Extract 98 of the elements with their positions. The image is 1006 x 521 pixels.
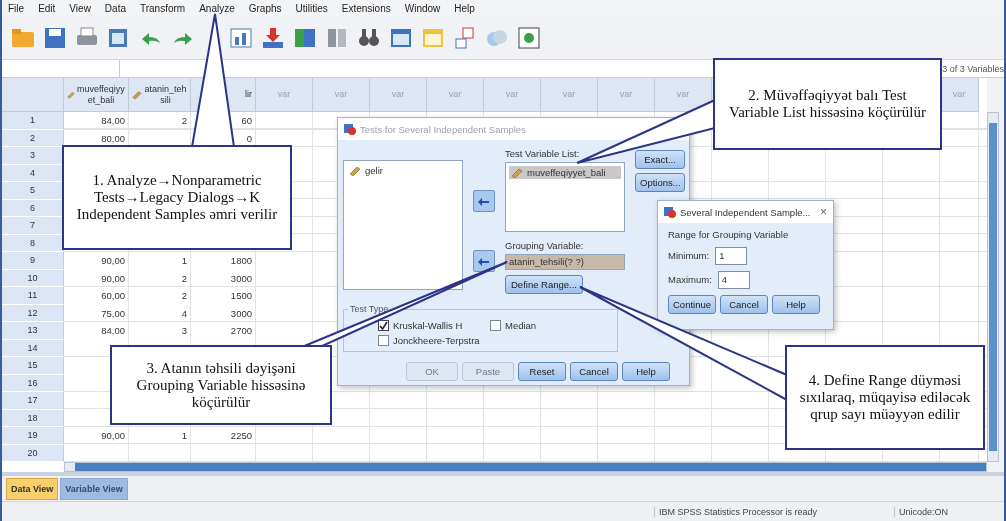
move-arrow-button[interactable] — [473, 250, 495, 272]
view-tab[interactable]: Variable View — [60, 477, 128, 500]
row-number[interactable]: 19 — [2, 427, 64, 445]
app-icon — [344, 123, 356, 135]
group-title: Test Type — [349, 304, 390, 314]
row-number[interactable]: 15 — [2, 357, 64, 375]
dialog-button[interactable]: Exact... — [635, 150, 685, 169]
row-number[interactable]: 7 — [2, 217, 64, 235]
row-number[interactable]: 13 — [2, 322, 64, 340]
menu-item[interactable]: Edit — [38, 2, 56, 14]
vertical-scrollbar[interactable] — [987, 112, 999, 462]
field-label: Maximum: — [668, 274, 712, 286]
checkbox[interactable] — [378, 334, 389, 346]
menu-item[interactable]: View — [69, 2, 91, 14]
dialog-button[interactable]: Help — [772, 295, 820, 314]
table-cell-text: 1500 — [229, 289, 253, 304]
horizontal-scrollbar[interactable] — [64, 462, 987, 472]
table-cell-text: 60 — [240, 114, 253, 129]
row-number[interactable]: 3 — [2, 147, 64, 165]
dialog-button[interactable]: Options... — [635, 173, 685, 192]
encoding-status: Unicode:ON — [894, 506, 984, 517]
table-cell-text: 80,00 — [100, 131, 126, 146]
arrow-icon — [478, 196, 490, 206]
menu-item[interactable]: Extensions — [341, 2, 391, 14]
table-cell-text: 2 — [180, 114, 188, 129]
minimum-field[interactable]: 1 — [715, 247, 748, 265]
checkbox[interactable] — [490, 319, 501, 331]
table-cell-text: 90,00 — [100, 271, 126, 286]
callout-text: 1. Analyze→Nonparametric Tests→Legacy Dialogs→K Independent Samples əmri verilir — [75, 172, 279, 223]
group-title: Range for Grouping Variable — [668, 229, 790, 241]
table-cell-text: 3000 — [229, 271, 253, 286]
move-arrow-button[interactable] — [473, 190, 495, 212]
variable-item[interactable]: muveffeqiyyet_bali — [509, 166, 621, 179]
table-cell-text: 60,00 — [100, 289, 126, 304]
column-header[interactable]: atanin_tehsili — [129, 78, 191, 112]
test-variable-list[interactable]: muveffeqiyyet_bali — [505, 162, 625, 232]
menu-item[interactable]: Graphs — [248, 2, 282, 14]
grouping-variable-field[interactable]: atanin_tehsili(? ?) — [505, 254, 625, 270]
option-label[interactable]: Kruskal-Wallis H — [393, 319, 463, 331]
view-tab[interactable]: Data View — [6, 477, 59, 500]
table-cell-text: 2250 — [229, 429, 253, 444]
table-cell-text: 3000 — [229, 306, 253, 321]
field-label: Test Variable List: — [505, 148, 581, 160]
menu-item[interactable]: Analyze — [199, 2, 235, 14]
table-cell-text: 84,00 — [100, 114, 126, 129]
variable-item[interactable]: gelir — [347, 164, 459, 177]
row-number[interactable]: 11 — [2, 287, 64, 305]
table-cell-text: 2700 — [229, 324, 253, 339]
table-cell-text: 1 — [180, 254, 188, 269]
table-cell-text: 4 — [180, 306, 188, 321]
table-cell-text: 2 — [180, 271, 188, 286]
variable-count: 3 of 3 Variables — [942, 63, 1004, 74]
dialog-title: Tests for Several Independent Samples — [360, 123, 526, 135]
target-icon[interactable] — [516, 24, 542, 51]
column-header[interactable]: muveffeqiyyet_bali — [64, 78, 129, 112]
close-button[interactable]: × — [820, 205, 827, 219]
table-cell-text: 1800 — [229, 254, 253, 269]
dialog-button[interactable]: Cancel — [720, 295, 768, 314]
dialog-button[interactable]: Cancel — [570, 362, 618, 381]
menu-item[interactable]: File — [8, 2, 25, 14]
table-cell-text: 3 — [180, 324, 188, 339]
row-number[interactable]: 1 — [2, 112, 64, 130]
ruler-icon — [511, 167, 523, 178]
ruler-icon — [132, 89, 142, 100]
maximum-field[interactable]: 4 — [717, 271, 750, 289]
field-label: Grouping Variable: — [505, 240, 585, 252]
app-icon — [664, 206, 676, 218]
menu-item[interactable]: Data — [104, 2, 126, 14]
table-cell-text: 2 — [180, 289, 188, 304]
status-text: IBM SPSS Statistics Processor is ready — [654, 506, 854, 517]
table-cell-text: 90,00 — [100, 254, 126, 269]
dialog-button[interactable]: Continue — [668, 295, 716, 314]
callout-text: 2. Müvəffəqiyyət balı Test Variable List hissəsinə köçürülür — [727, 87, 927, 121]
option-label[interactable]: Jonckheere-Terpstra — [393, 334, 480, 346]
callout-text: 4. Define Range düyməsi sıxılaraq, müqayisə ediləcək qrup sayı müəyyən edilir — [798, 372, 972, 423]
menu-item[interactable]: Transform — [140, 2, 186, 14]
dialog-button[interactable]: Reset — [518, 362, 566, 381]
menu-item[interactable]: Window — [404, 2, 441, 14]
source-variable-list[interactable]: gelir — [343, 160, 463, 290]
ruler-icon — [67, 89, 75, 100]
arrow-icon — [478, 256, 490, 266]
row-number[interactable]: 9 — [2, 252, 64, 270]
ruler-icon — [349, 165, 361, 176]
table-cell-text: 75,00 — [100, 306, 126, 321]
define-range-button[interactable]: Define Range... — [505, 275, 583, 294]
dialog-button[interactable]: Help — [622, 362, 670, 381]
table-cell-text: 84,00 — [100, 324, 126, 339]
menu-item[interactable]: Help — [454, 2, 475, 14]
dialog-title: Several Independent Sample... — [680, 206, 811, 218]
menu-item[interactable]: Utilities — [295, 2, 328, 14]
row-number[interactable]: 5 — [2, 182, 64, 200]
table-cell-text: 1 — [180, 429, 188, 444]
callout-text: 3. Atanın təhsili dəyişəni Grouping Variable hissəsinə köçürülür — [135, 359, 307, 411]
field-label: Minimum: — [668, 250, 710, 262]
table-cell-text: 0 — [245, 131, 253, 146]
option-label[interactable]: Median — [505, 319, 537, 331]
row-number[interactable]: 17 — [2, 392, 64, 410]
table-cell-text: 90,00 — [100, 429, 126, 444]
